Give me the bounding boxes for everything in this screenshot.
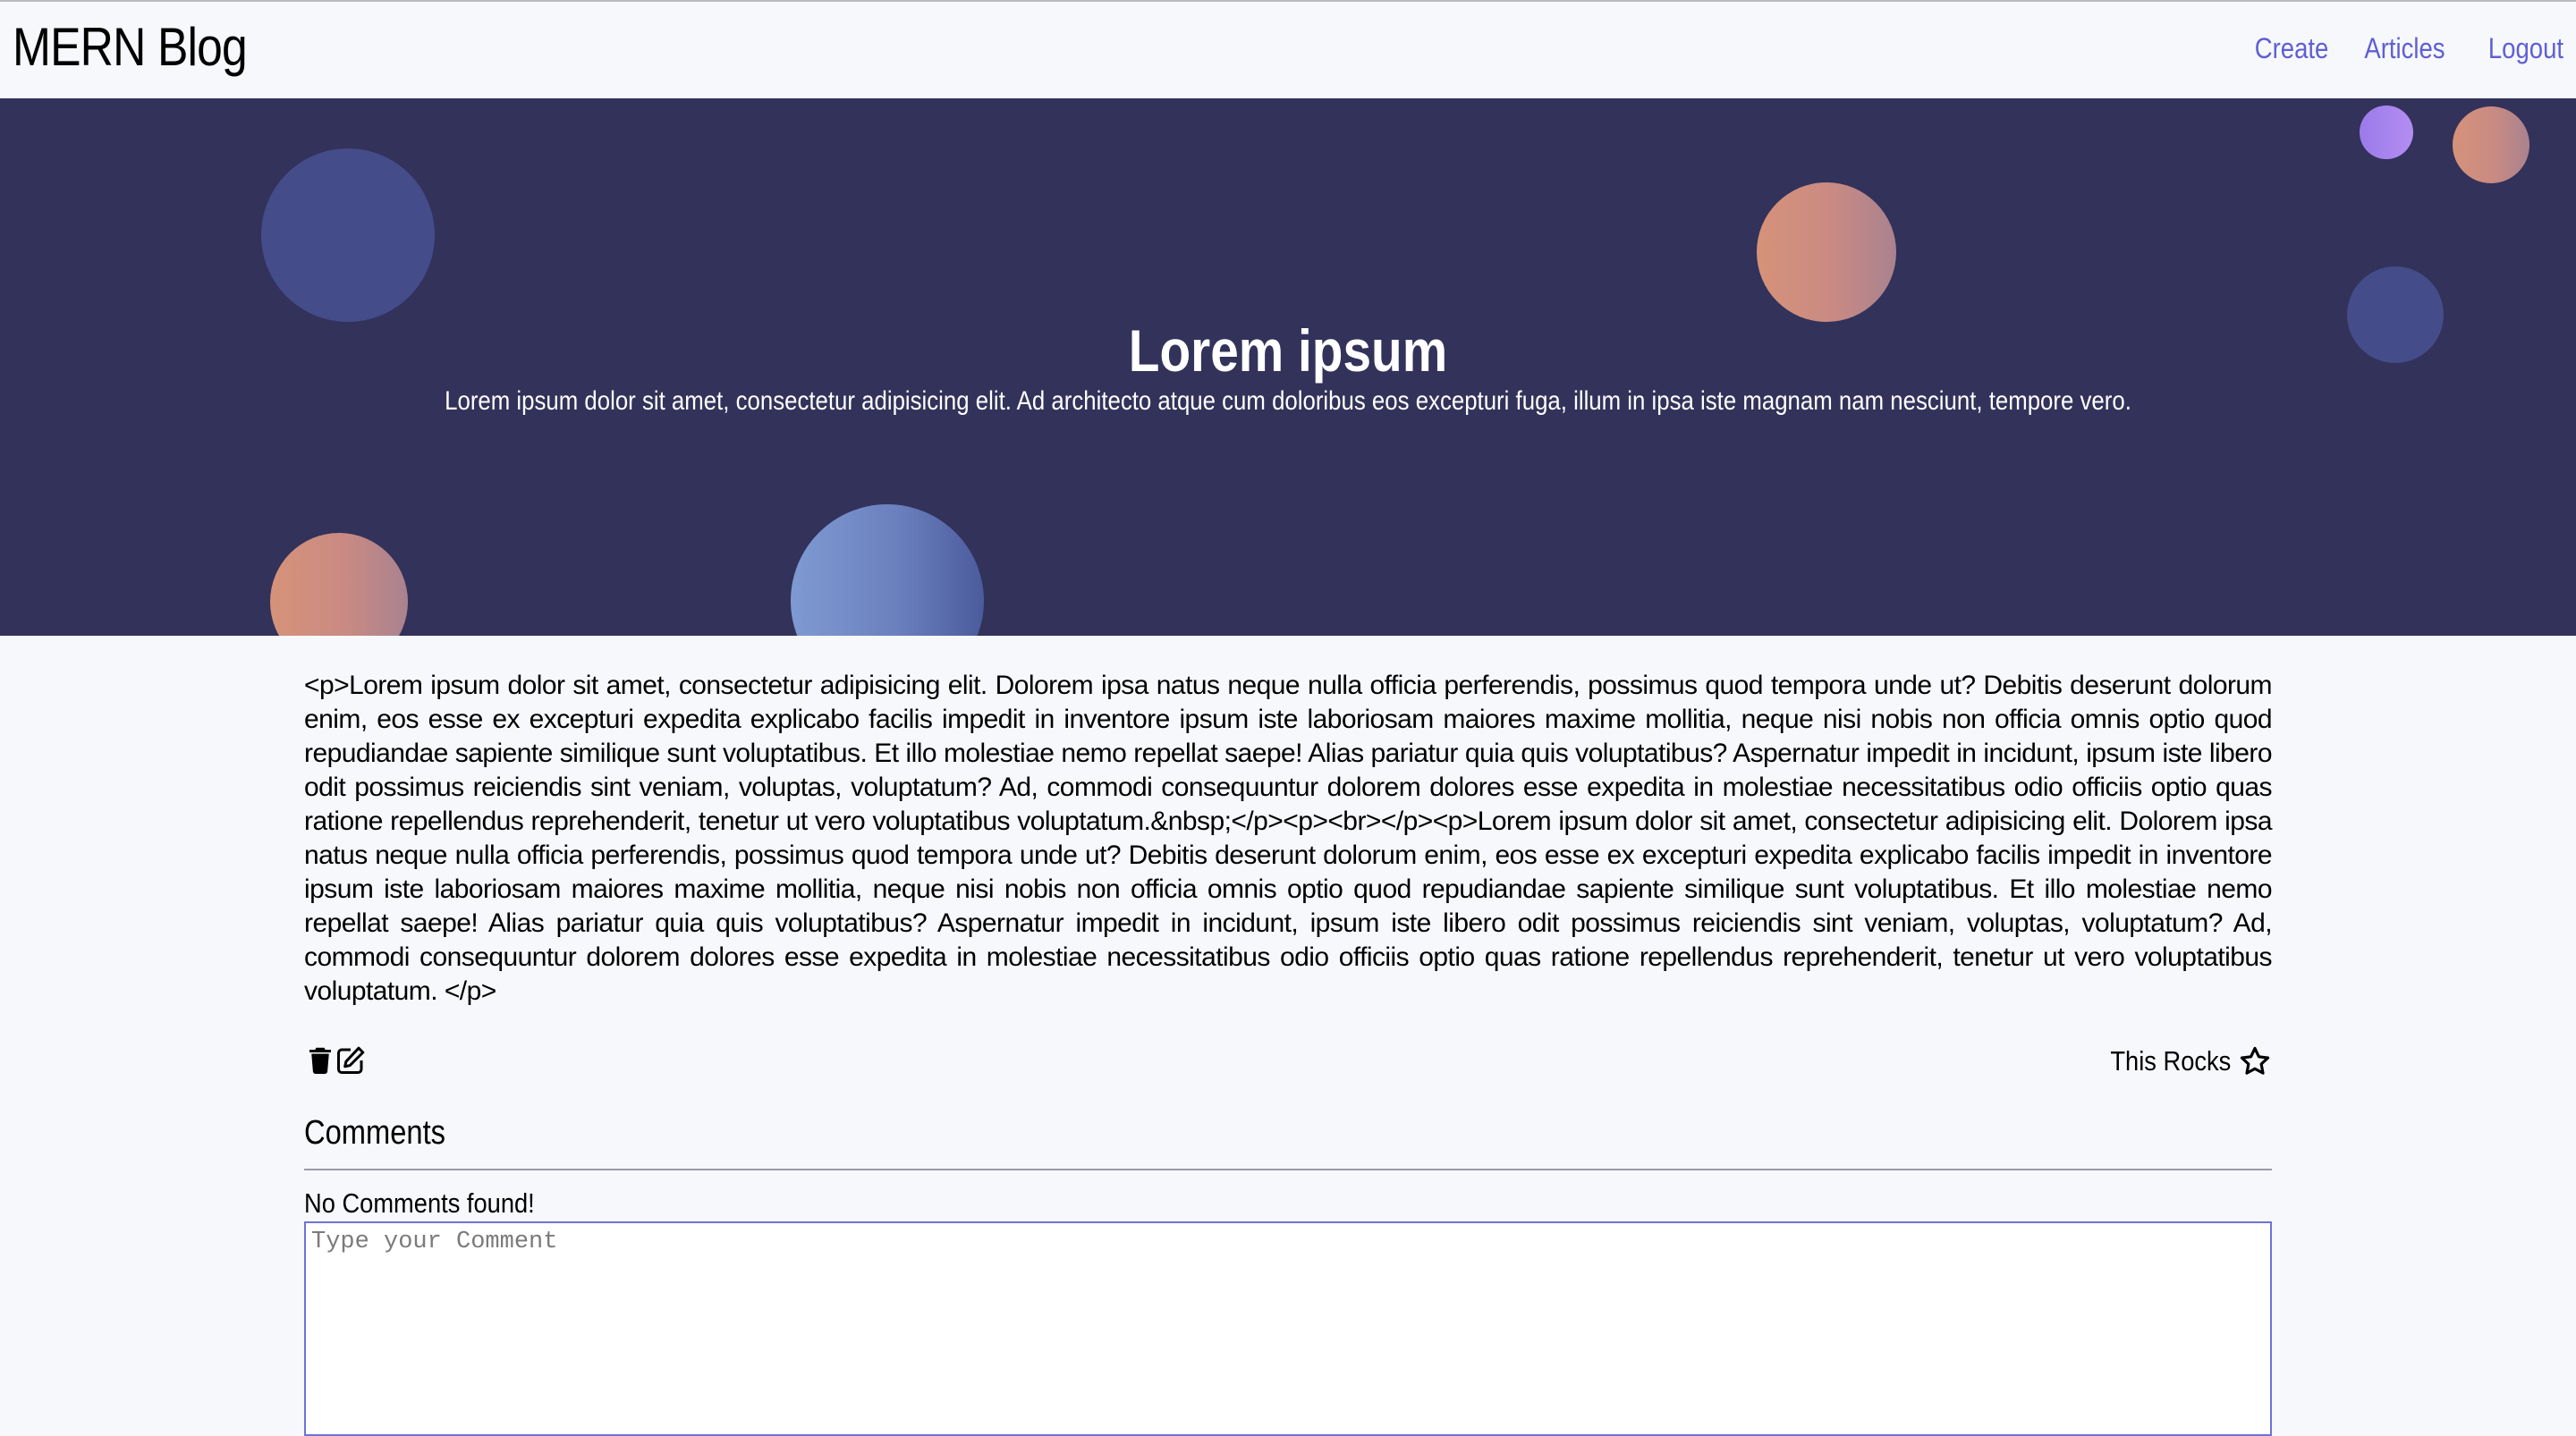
nav-articles-link[interactable]: Articles	[2364, 32, 2445, 65]
no-comments-message: No Comments found!	[304, 1187, 535, 1219]
this-rocks-label: This Rocks	[2110, 1045, 2231, 1077]
navbar: MERN Blog Create Articles Logout	[0, 0, 2576, 98]
nav-create-link[interactable]: Create	[2255, 32, 2329, 65]
nav-logout-link[interactable]: Logout	[2488, 32, 2563, 65]
article-body: <p>Lorem ipsum dolor sit amet, consectet…	[304, 671, 2273, 1006]
edit-icon[interactable]	[335, 1044, 367, 1077]
article-content: <p>Lorem ipsum dolor sit amet, consectet…	[304, 669, 2273, 1009]
this-rocks-button[interactable]: This Rocks	[2094, 1044, 2272, 1078]
decorative-bubble	[2360, 106, 2413, 159]
decorative-bubble	[1757, 182, 1896, 322]
hero-subtitle: Lorem ipsum dolor sit amet, consectetur …	[445, 386, 2131, 416]
star-icon[interactable]	[2238, 1044, 2272, 1078]
decorative-bubble	[270, 533, 408, 636]
decorative-bubble	[791, 504, 984, 636]
comments-divider	[304, 1169, 2272, 1170]
decorative-bubble	[261, 148, 435, 322]
comment-input[interactable]	[304, 1221, 2272, 1436]
article-actions: This Rocks	[304, 1044, 2272, 1080]
hero-title: Lorem ipsum	[1128, 317, 1448, 384]
hero-banner: Lorem ipsum Lorem ipsum dolor sit amet, …	[0, 98, 2576, 636]
brand-title[interactable]: MERN Blog	[13, 16, 248, 78]
decorative-bubble	[2453, 106, 2529, 183]
trash-icon[interactable]	[304, 1044, 336, 1077]
comments-heading: Comments	[304, 1114, 445, 1152]
